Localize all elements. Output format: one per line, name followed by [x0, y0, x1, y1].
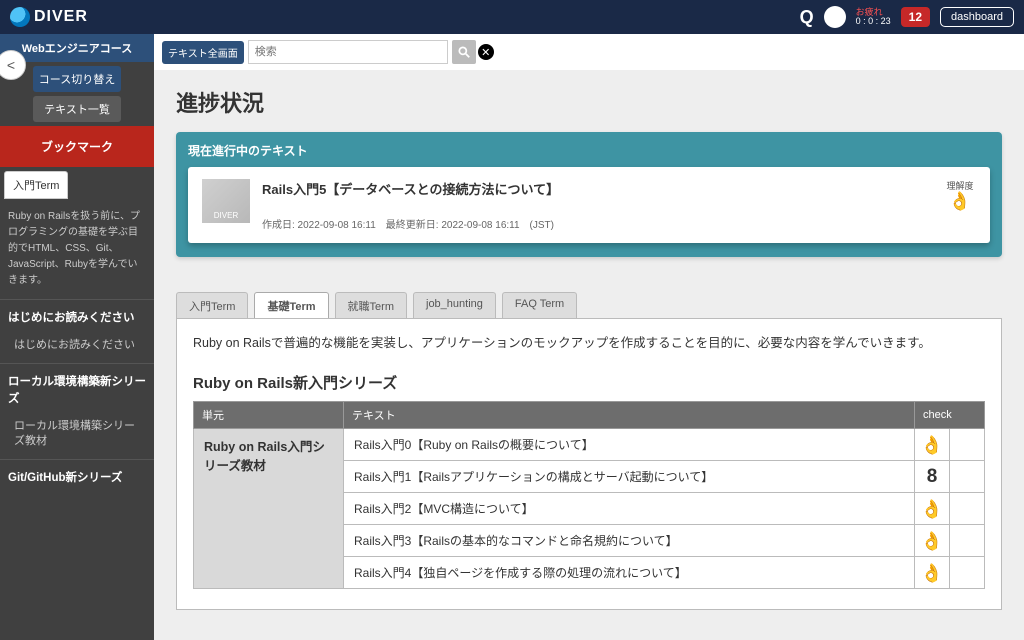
check-cell-2[interactable]	[950, 429, 985, 461]
lesson-thumb: DIVER	[202, 179, 250, 223]
tab-FAQ Term[interactable]: FAQ Term	[502, 292, 577, 318]
check-cell[interactable]: 👌	[915, 557, 950, 589]
lesson-table: 単元 テキスト check Ruby on Rails入門シリーズ教材Rails…	[193, 401, 985, 589]
current-label: 現在進行中のテキスト	[188, 142, 990, 159]
lesson-cell[interactable]: Rails入門1【Railsアプリケーションの構成とサーバ起動について】	[344, 461, 915, 493]
brand-text: DIVER	[34, 8, 88, 26]
series-title: Ruby on Rails新入門シリーズ	[193, 372, 985, 393]
check-cell[interactable]: 8	[915, 461, 950, 493]
sidebar-item-2[interactable]: ローカル環境構築シリーズ教材	[0, 413, 154, 460]
check-cell[interactable]: 👌	[915, 429, 950, 461]
avatar[interactable]	[824, 6, 846, 28]
check-cell[interactable]: 👌	[915, 525, 950, 557]
check-cell[interactable]: 👌	[915, 493, 950, 525]
ok-icon: 👌	[921, 499, 943, 519]
lesson-meta: 作成日: 2022-09-08 16:11 最終更新日: 2022-09-08 …	[262, 216, 932, 231]
dashboard-button[interactable]: dashboard	[940, 7, 1014, 27]
tab-基礎Term[interactable]: 基礎Term	[254, 292, 328, 318]
search-bar: テキスト全画面 ✕	[154, 34, 1024, 70]
top-right: Q お疲れ 0 : 0 : 23 12 dashboard	[800, 6, 1014, 28]
ok-icon: 👌	[921, 435, 943, 455]
page-title: 進捗状況	[176, 86, 1002, 118]
th-text: テキスト	[344, 402, 915, 429]
check-cell-2[interactable]	[950, 525, 985, 557]
th-check: check	[915, 402, 985, 429]
timer: お疲れ 0 : 0 : 23	[856, 8, 891, 26]
lesson-cell[interactable]: Rails入門4【独自ページを作成する際の処理の流れについて】	[344, 557, 915, 589]
tab-就職Term[interactable]: 就職Term	[335, 292, 407, 318]
unit-cell: Ruby on Rails入門シリーズ教材	[194, 429, 344, 589]
term-desc: Ruby on Railsで普遍的な機能を実装し、アプリケーションのモックアップ…	[193, 333, 985, 354]
bookmark-button[interactable]: ブックマーク	[0, 126, 154, 167]
main: テキスト全画面 ✕ 進捗状況 現在進行中のテキスト DIVER Rails入門5…	[154, 34, 1024, 640]
term-panel: Ruby on Railsで普遍的な機能を実装し、アプリケーションのモックアップ…	[176, 318, 1002, 610]
ok-icon: 👌	[921, 563, 943, 583]
text-list-button[interactable]: テキスト一覧	[33, 96, 121, 122]
check-cell-2[interactable]	[950, 557, 985, 589]
lesson-title: Rails入門5【データベースとの接続方法について】	[262, 179, 932, 198]
search-input[interactable]	[248, 40, 448, 64]
sidebar-desc: Ruby on Railsを扱う前に、プログラミングの基礎を学ぶ目的でHTML、…	[0, 199, 154, 299]
ok-icon: 👌	[921, 531, 943, 551]
fullscreen-tag[interactable]: テキスト全画面	[162, 41, 244, 64]
check-cell-2[interactable]	[950, 461, 985, 493]
switch-course-button[interactable]: コース切り替え	[33, 66, 121, 92]
term-tabs: 入門Term基礎Term 就職Termjob_huntingFAQ Term	[176, 291, 1002, 318]
tab-入門Term[interactable]: 入門Term	[176, 292, 248, 318]
th-unit: 単元	[194, 402, 344, 429]
brand[interactable]: DIVER	[10, 7, 88, 27]
lesson-cell[interactable]: Rails入門2【MVC構造について】	[344, 493, 915, 525]
search-icon[interactable]	[452, 40, 476, 64]
check-cell-2[interactable]	[950, 493, 985, 525]
sidebar-section-1[interactable]: はじめにお読みください	[0, 299, 154, 332]
lesson-cell[interactable]: Rails入門0【Ruby on Railsの概要について】	[344, 429, 915, 461]
tab-job_hunting[interactable]: job_hunting	[413, 292, 496, 318]
brand-icon	[10, 7, 30, 27]
sidebar-item-1[interactable]: はじめにお読みください	[0, 332, 154, 363]
top-bar: DIVER Q お疲れ 0 : 0 : 23 12 dashboard	[0, 0, 1024, 34]
ok-icon: 👌	[944, 192, 976, 210]
sidebar-section-2[interactable]: ローカル環境構築新シリーズ	[0, 363, 154, 412]
table-row[interactable]: Ruby on Rails入門シリーズ教材Rails入門0【Ruby on Ra…	[194, 429, 985, 461]
close-icon[interactable]: ✕	[478, 44, 494, 60]
sidebar: Webエンジニアコース コース切り替え テキスト一覧 ブックマーク 入門Term…	[0, 34, 154, 640]
help-icon[interactable]: Q	[800, 7, 814, 28]
lesson-cell[interactable]: Rails入門3【Railsの基本的なコマンドと命名規約について】	[344, 525, 915, 557]
understanding-badge: 理解度 👌	[944, 179, 976, 210]
current-card: 現在進行中のテキスト DIVER Rails入門5【データベースとの接続方法につ…	[176, 132, 1002, 257]
current-lesson[interactable]: DIVER Rails入門5【データベースとの接続方法について】 作成日: 20…	[188, 167, 990, 243]
count-badge[interactable]: 12	[901, 7, 930, 27]
sidebar-section-3[interactable]: Git/GitHub新シリーズ	[0, 459, 154, 492]
sidebar-term-tab[interactable]: 入門Term	[4, 171, 68, 199]
